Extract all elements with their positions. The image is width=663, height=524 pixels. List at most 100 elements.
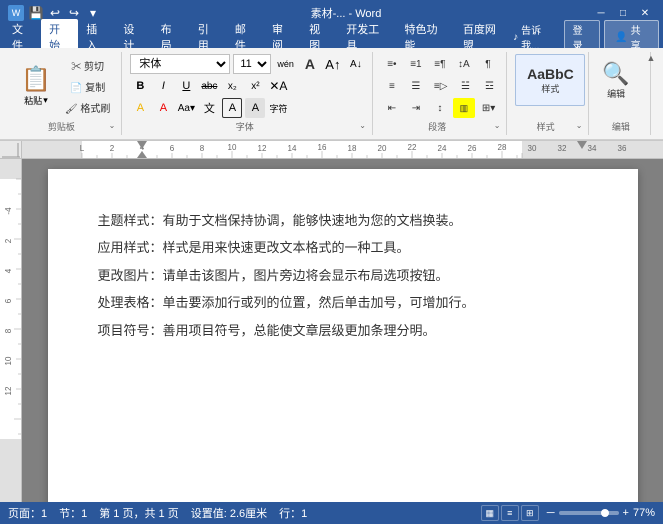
font-row1: 宋体 11.5 wén A A↑ A↓	[130, 54, 366, 74]
editing-content: 🔍 编辑	[597, 54, 634, 118]
doc-line-4: 处理表格：单击要添加行或列的位置，然后单击加号，可增加行。	[98, 291, 588, 314]
decrease-font-button[interactable]: A↓	[346, 54, 366, 74]
increase-font-button[interactable]: A↑	[323, 54, 343, 74]
vertical-ruler[interactable]: -4 2 4 6 8 10 12	[0, 159, 22, 502]
svg-text:20: 20	[378, 144, 387, 153]
styles-expand-button[interactable]: ⌄	[576, 121, 583, 130]
indent-increase-button[interactable]: ⇥	[405, 98, 427, 118]
save-cloud-button[interactable]: ☁ 保存到百度网盘	[659, 60, 663, 112]
font-expand-button[interactable]: ⌄	[359, 121, 366, 130]
font-label: 字体	[130, 118, 359, 133]
change-case-button[interactable]: Aa▾	[176, 98, 196, 118]
paste-button[interactable]: 📋 粘贴▾	[14, 55, 58, 117]
shading-button[interactable]: ▥	[453, 98, 475, 118]
svg-text:-4: -4	[4, 207, 13, 215]
doc-line-3: 更改图片：请单击该图片，图片旁边将会显示布局选项按钮。	[98, 264, 588, 287]
main-area: -4 2 4 6 8 10 12 主题样式：有助于文档保持协调，能够快速地为您的…	[0, 159, 663, 502]
char-border-button[interactable]: A	[222, 98, 242, 118]
align-center-button[interactable]: ☰	[405, 76, 427, 96]
horizontal-ruler[interactable]: L 2 4 6 8 10 12 14 16 18 20 22 24 26 28 …	[22, 141, 663, 159]
line-spacing-button[interactable]: ↕	[429, 98, 451, 118]
svg-text:16: 16	[318, 143, 327, 152]
styles-content: AaBbC 样式	[515, 54, 585, 118]
italic-button[interactable]: I	[153, 76, 173, 96]
bullets-button[interactable]: ≡•	[381, 54, 403, 74]
superscript-button[interactable]: x²	[245, 76, 265, 96]
status-bar-right: ▦ ≡ ⊞ ─ + 77%	[481, 505, 655, 521]
styles-name: 样式	[541, 82, 559, 95]
doc-line-5: 项目符号：善用项目符号，总能使文章层级更加条理分明。	[98, 319, 588, 342]
paste-label: 粘贴▾	[24, 94, 48, 107]
font-row3: A A Aa▾ 文 A A 字符	[130, 98, 366, 118]
numbering-button[interactable]: ≡1	[405, 54, 427, 74]
zoom-slider[interactable]	[559, 511, 619, 515]
format-painter-button[interactable]: 🖌 格式刷	[60, 97, 115, 117]
paragraph-expand-button[interactable]: ⌄	[494, 121, 501, 130]
paste-dropdown-icon: ▾	[43, 95, 48, 106]
document-content[interactable]: 主题样式：有助于文档保持协调，能够快速地为您的文档换装。 应用样式：样式是用来快…	[98, 209, 588, 342]
svg-text:8: 8	[4, 328, 13, 333]
save-cloud-group-label: 保存	[659, 118, 663, 133]
align-right-button[interactable]: ≡▷	[429, 76, 453, 96]
cut-button[interactable]: ✂ 剪切	[60, 55, 115, 75]
underline-button[interactable]: U	[176, 76, 196, 96]
clipboard-label: 剪贴板	[14, 118, 109, 133]
strikethrough-button[interactable]: abc	[199, 76, 219, 96]
font-name-select[interactable]: 宋体	[130, 54, 230, 74]
char-style-button[interactable]: 字符	[268, 98, 288, 118]
styles-button[interactable]: AaBbC 样式	[515, 54, 585, 106]
clipboard-expand-button[interactable]: ⌄	[109, 121, 116, 130]
settings-value: 设置值: 2.6厘米	[191, 505, 267, 521]
svg-text:34: 34	[588, 144, 597, 153]
sort-button[interactable]: ↕A	[453, 54, 475, 74]
editing-label: 编辑	[607, 87, 625, 100]
share-icon: 👤	[615, 32, 627, 43]
big-a-button[interactable]: A	[300, 54, 320, 74]
svg-text:8: 8	[200, 144, 205, 153]
maximize-button[interactable]: □	[613, 5, 633, 21]
close-button[interactable]: ✕	[635, 5, 655, 21]
reading-view-button[interactable]: ≡	[501, 505, 519, 521]
web-view-button[interactable]: ⊞	[521, 505, 539, 521]
document-area[interactable]: 主题样式：有助于文档保持协调，能够快速地为您的文档换装。 应用样式：样式是用来快…	[22, 159, 663, 502]
styles-preview: AaBbC	[527, 66, 574, 82]
line-number: 行：1	[279, 505, 307, 521]
menu-bar: 文件 开始 插入 设计 布局 引用 邮件 审阅 视图 开发工具 特色功能 百度网…	[0, 26, 663, 48]
window-controls: ─ □ ✕	[591, 5, 655, 21]
svg-text:36: 36	[618, 144, 627, 153]
show-formatting-button[interactable]: ¶	[477, 54, 499, 74]
bold-button[interactable]: B	[130, 76, 150, 96]
paragraph-content: ≡• ≡1 ≡¶ ↕A ¶ ≡ ☰ ≡▷ ☱ ☲ ⇤	[381, 54, 501, 118]
distribute-button[interactable]: ☲	[478, 76, 500, 96]
multilevel-button[interactable]: ≡¶	[429, 54, 451, 74]
svg-text:12: 12	[4, 386, 13, 395]
paragraph-buttons: ≡• ≡1 ≡¶ ↕A ¶ ≡ ☰ ≡▷ ☱ ☲ ⇤	[381, 60, 501, 112]
clear-format-button[interactable]: ✕A	[268, 76, 288, 96]
ruler-corner[interactable]	[0, 141, 22, 159]
ribbon-collapse-button[interactable]: ▲	[643, 50, 659, 66]
text-highlight-button[interactable]: A	[130, 98, 150, 118]
page-number: 页面：1	[8, 505, 47, 521]
print-layout-button[interactable]: ▦	[481, 505, 499, 521]
save-cloud-content: ☁ 保存到百度网盘	[659, 54, 663, 118]
minimize-button[interactable]: ─	[591, 5, 611, 21]
font-color-button[interactable]: A	[153, 98, 173, 118]
clipboard-content: 📋 粘贴▾ ✂ 剪切 📄 复制 🖌 格式刷	[14, 54, 115, 118]
editing-button[interactable]: 🔍 编辑	[597, 54, 634, 106]
font-size-label: wén	[274, 54, 297, 74]
justify-button[interactable]: ☱	[454, 76, 476, 96]
zoom-thumb[interactable]	[601, 509, 609, 517]
border-button[interactable]: ⊞▾	[477, 98, 500, 118]
align-left-button[interactable]: ≡	[381, 76, 403, 96]
font-size-select[interactable]: 11.5	[233, 54, 271, 74]
indent-decrease-button[interactable]: ⇤	[381, 98, 403, 118]
svg-text:2: 2	[110, 144, 115, 153]
document-page[interactable]: 主题样式：有助于文档保持协调，能够快速地为您的文档换装。 应用样式：样式是用来快…	[48, 169, 638, 502]
svg-text:24: 24	[438, 144, 447, 153]
tell-me-icon: ♪	[513, 32, 518, 43]
char-shading-button[interactable]: A	[245, 98, 265, 118]
copy-button[interactable]: 📄 复制	[60, 76, 115, 96]
phonetic-button[interactable]: 文	[199, 98, 219, 118]
font-section: 宋体 11.5 wén A A↑ A↓ B I U abc x₂ x²	[130, 54, 366, 118]
subscript-button[interactable]: x₂	[222, 76, 242, 96]
